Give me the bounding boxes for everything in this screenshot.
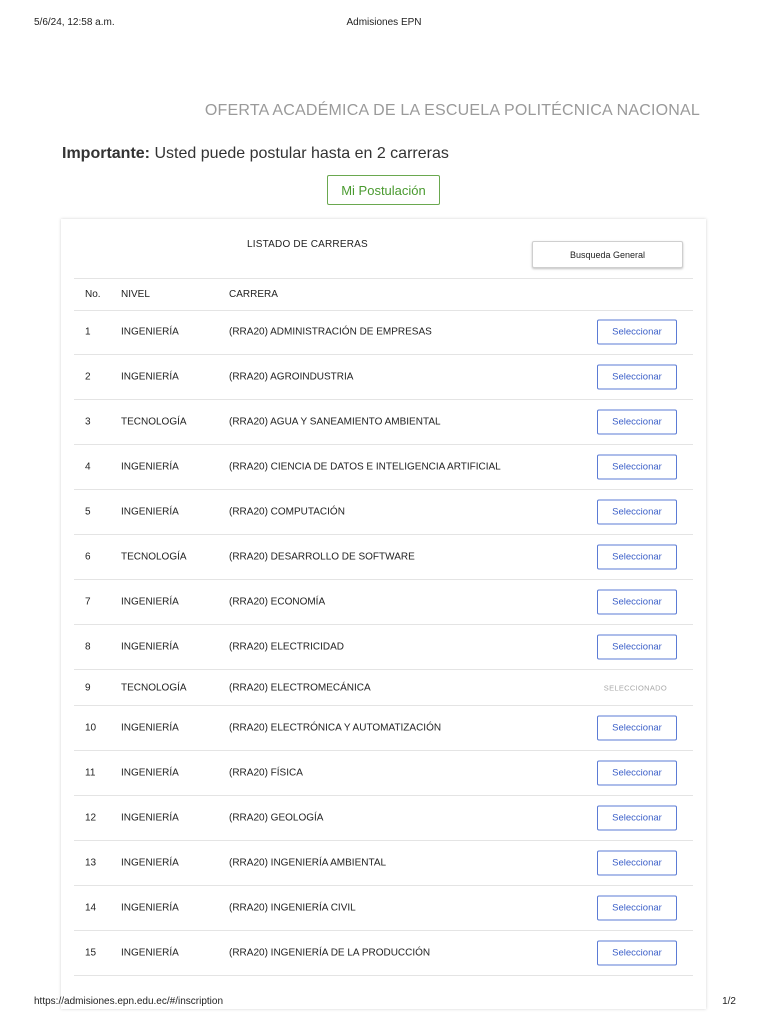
table-row: 11 INGENIERÍA (RRA20) FÍSICA Seleccionar <box>74 751 693 796</box>
notice-bold: Importante: <box>62 145 150 162</box>
table-row: 14 INGENIERÍA (RRA20) INGENIERÍA CIVIL Sele… <box>74 886 693 931</box>
row-nivel: INGENIERÍA <box>121 722 179 734</box>
row-carrera: (RRA20) CIENCIA DE DATOS E INTELIGENCIA … <box>229 461 501 473</box>
row-carrera: (RRA20) INGENIERÍA CIVIL <box>229 902 356 914</box>
row-nivel: INGENIERÍA <box>121 461 179 473</box>
row-number: 15 <box>85 947 97 959</box>
column-header-nivel: NIVEL <box>121 289 150 300</box>
seleccionar-button[interactable]: Seleccionar <box>597 634 677 660</box>
row-nivel: INGENIERÍA <box>121 371 179 383</box>
row-carrera: (RRA20) ECONOMÍA <box>229 596 326 608</box>
row-nivel: INGENIERÍA <box>121 596 179 608</box>
row-number: 2 <box>85 371 91 383</box>
row-number: 1 <box>85 326 91 338</box>
row-number: 8 <box>85 641 91 653</box>
careers-table-body: 1 INGENIERÍA (RRA20) ADMINISTRACIÓN DE EMP… <box>74 310 693 976</box>
mi-postulacion-button[interactable]: Mi Postulación <box>327 175 440 205</box>
row-nivel: TECNOLOGÍA <box>121 551 187 563</box>
print-header: 5/6/24, 12:58 a.m. Admisiones EPN <box>34 17 734 31</box>
row-number: 14 <box>85 902 97 914</box>
table-row: 10 INGENIERÍA (RRA20) ELECTRÓNICA Y AUTOMA… <box>74 706 693 751</box>
row-number: 7 <box>85 596 91 608</box>
print-page-title: Admisiones EPN <box>346 17 422 28</box>
row-carrera: (RRA20) FÍSICA <box>229 767 303 779</box>
row-number: 13 <box>85 857 97 869</box>
table-row: 13 INGENIERÍA (RRA20) INGENIERÍA AMBIENTAL… <box>74 841 693 886</box>
selected-status-label: SELECCIONADO <box>603 683 667 692</box>
table-row: 15 INGENIERÍA (RRA20) INGENIERÍA DE LA PRO… <box>74 931 693 976</box>
row-carrera: (RRA20) GEOLOGÍA <box>229 812 324 824</box>
row-number: 5 <box>85 506 91 518</box>
notice-text: Usted puede postular hasta en 2 carreras <box>150 145 449 162</box>
table-row: 1 INGENIERÍA (RRA20) ADMINISTRACIÓN DE EMP… <box>74 310 693 355</box>
seleccionar-button[interactable]: Seleccionar <box>597 364 677 390</box>
row-carrera: (RRA20) ELECTROMECÁNICA <box>229 682 371 693</box>
row-carrera: (RRA20) DESARROLLO DE SOFTWARE <box>229 551 415 563</box>
row-carrera: (RRA20) ELECTRÓNICA Y AUTOMATIZACIÓN <box>229 722 442 734</box>
seleccionar-button[interactable]: Seleccionar <box>597 940 677 966</box>
row-carrera: (RRA20) AGUA Y SANEAMIENTO AMBIENTAL <box>229 416 441 428</box>
seleccionar-button[interactable]: Seleccionar <box>597 850 677 876</box>
seleccionar-button[interactable]: Seleccionar <box>597 715 677 741</box>
print-url: https://admisiones.epn.edu.ec/#/inscript… <box>34 996 223 1007</box>
row-carrera: (RRA20) ELECTRICIDAD <box>229 641 345 653</box>
table-row: 5 INGENIERÍA (RRA20) COMPUTACIÓN Selecciona… <box>74 490 693 535</box>
row-nivel: INGENIERÍA <box>121 326 179 338</box>
row-number: 6 <box>85 551 91 563</box>
card-title: LISTADO DE CARRERAS <box>247 239 368 250</box>
seleccionar-button[interactable]: Seleccionar <box>597 760 677 786</box>
row-carrera: (RRA20) AGROINDUSTRIA <box>229 371 354 383</box>
page-heading: OFERTA ACADÉMICA DE LA ESCUELA POLITÉCNI… <box>204 102 700 119</box>
table-row: 9 TECNOLOGÍA (RRA20) ELECTROMECÁNICA SELECC… <box>74 670 693 706</box>
table-row: 12 INGENIERÍA (RRA20) GEOLOGÍA Seleccionar <box>74 796 693 841</box>
careers-card: LISTADO DE CARRERAS Busqueda General No.… <box>61 219 706 1009</box>
row-number: 3 <box>85 416 91 428</box>
row-carrera: (RRA20) ADMINISTRACIÓN DE EMPRESAS <box>229 326 432 338</box>
row-number: 12 <box>85 812 97 824</box>
print-page-number: 1/2 <box>722 996 736 1007</box>
seleccionar-button[interactable]: Seleccionar <box>597 319 677 345</box>
row-nivel: INGENIERÍA <box>121 506 179 518</box>
row-nivel: INGENIERÍA <box>121 902 179 914</box>
row-number: 10 <box>85 722 97 734</box>
row-number: 4 <box>85 461 91 473</box>
seleccionar-button[interactable]: Seleccionar <box>597 589 677 615</box>
row-nivel: INGENIERÍA <box>121 812 179 824</box>
seleccionar-button[interactable]: Seleccionar <box>597 454 677 480</box>
row-nivel: INGENIERÍA <box>121 857 179 869</box>
column-header-no: No. <box>85 289 101 300</box>
table-row: 3 TECNOLOGÍA (RRA20) AGUA Y SANEAMIENTO AM… <box>74 400 693 445</box>
table-row: 6 TECNOLOGÍA (RRA20) DESARROLLO DE SOFTWAR… <box>74 535 693 580</box>
row-number: 11 <box>85 767 96 779</box>
row-number: 9 <box>85 682 91 693</box>
seleccionar-button[interactable]: Seleccionar <box>597 544 677 570</box>
table-row: 7 INGENIERÍA (RRA20) ECONOMÍA Seleccionar <box>74 580 693 625</box>
table-row: 2 INGENIERÍA (RRA20) AGROINDUSTRIA Seleccio… <box>74 355 693 400</box>
seleccionar-button[interactable]: Seleccionar <box>597 499 677 525</box>
row-nivel: INGENIERÍA <box>121 947 179 959</box>
table-row: 8 INGENIERÍA (RRA20) ELECTRICIDAD Seleccion… <box>74 625 693 670</box>
table-row: 4 INGENIERÍA (RRA20) CIENCIA DE DATOS E IN… <box>74 445 693 490</box>
notice: Importante: Usted puede postular hasta e… <box>62 145 449 163</box>
row-carrera: (RRA20) INGENIERÍA AMBIENTAL <box>229 857 387 869</box>
column-header-carrera: CARRERA <box>229 289 278 300</box>
seleccionar-button[interactable]: Seleccionar <box>597 409 677 435</box>
row-nivel: INGENIERÍA <box>121 767 179 779</box>
busqueda-general-button[interactable]: Busqueda General <box>532 241 683 268</box>
row-carrera: (RRA20) COMPUTACIÓN <box>229 506 345 518</box>
row-nivel: TECNOLOGÍA <box>121 416 187 428</box>
seleccionar-button[interactable]: Seleccionar <box>597 895 677 921</box>
row-carrera: (RRA20) INGENIERÍA DE LA PRODUCCIÓN <box>229 947 431 959</box>
row-nivel: TECNOLOGÍA <box>121 682 187 693</box>
table-header: No. NIVEL CARRERA <box>74 278 693 311</box>
row-nivel: INGENIERÍA <box>121 641 179 653</box>
seleccionar-button[interactable]: Seleccionar <box>597 805 677 831</box>
